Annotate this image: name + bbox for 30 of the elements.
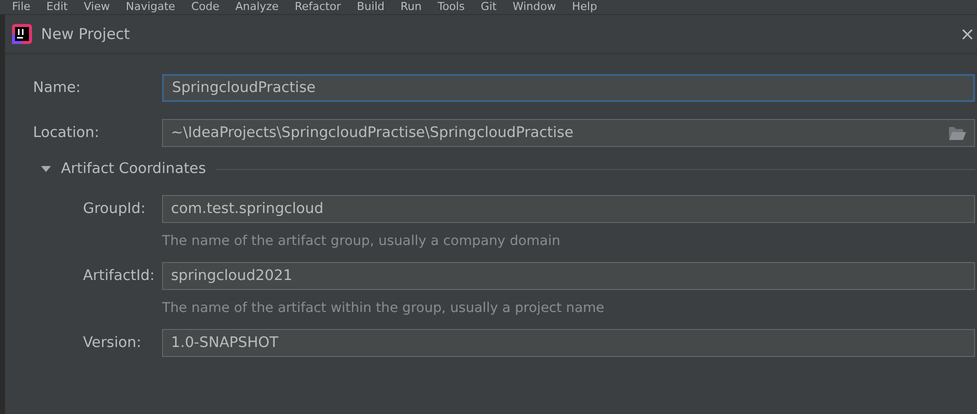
text-field[interactable]: SpringcloudPractise	[162, 74, 975, 102]
window-title: New Project	[41, 25, 130, 43]
triangle-icon	[41, 166, 51, 172]
text-field[interactable]: springcloud2021	[162, 262, 975, 290]
text-field[interactable]: com.test.springcloud	[162, 195, 975, 223]
field-label: Version:	[82, 335, 142, 351]
menu-item[interactable]: Help	[572, 0, 598, 14]
app-logo-icon	[12, 24, 32, 44]
close-button[interactable]: ×	[958, 24, 977, 44]
field-label: ArtifactId:	[82, 268, 156, 284]
menu-item[interactable]: Build	[356, 0, 384, 14]
menu-item[interactable]: Analyze	[235, 0, 279, 14]
menu-item[interactable]: Git	[480, 0, 497, 14]
field-label: GroupId:	[82, 201, 147, 217]
menu-item[interactable]: Run	[400, 0, 422, 14]
text-field[interactable]: 1.0-SNAPSHOT	[162, 329, 975, 357]
menu-item[interactable]: File	[12, 0, 30, 14]
menu-item[interactable]: Code	[191, 0, 220, 14]
menu-item[interactable]: Tools	[438, 0, 465, 14]
menu-item[interactable]: Refactor	[294, 0, 341, 14]
hint-text: The name of the artifact within the group, usually a project name	[162, 300, 604, 316]
field-label: Location:	[33, 125, 100, 141]
field-label: Name:	[33, 80, 82, 96]
hint-text: The name of the artifact group, usually a company domain	[162, 233, 560, 249]
folder-icon[interactable]	[948, 126, 966, 140]
menu-item[interactable]: Edit	[46, 0, 68, 14]
text-field[interactable]: ~\IdeaProjects\SpringcloudPractise\SpringcloudPractise	[162, 119, 975, 147]
menu-item[interactable]: Navigate	[126, 0, 176, 14]
menu-item[interactable]: Window	[512, 0, 556, 14]
menu-item[interactable]: View	[84, 0, 110, 14]
